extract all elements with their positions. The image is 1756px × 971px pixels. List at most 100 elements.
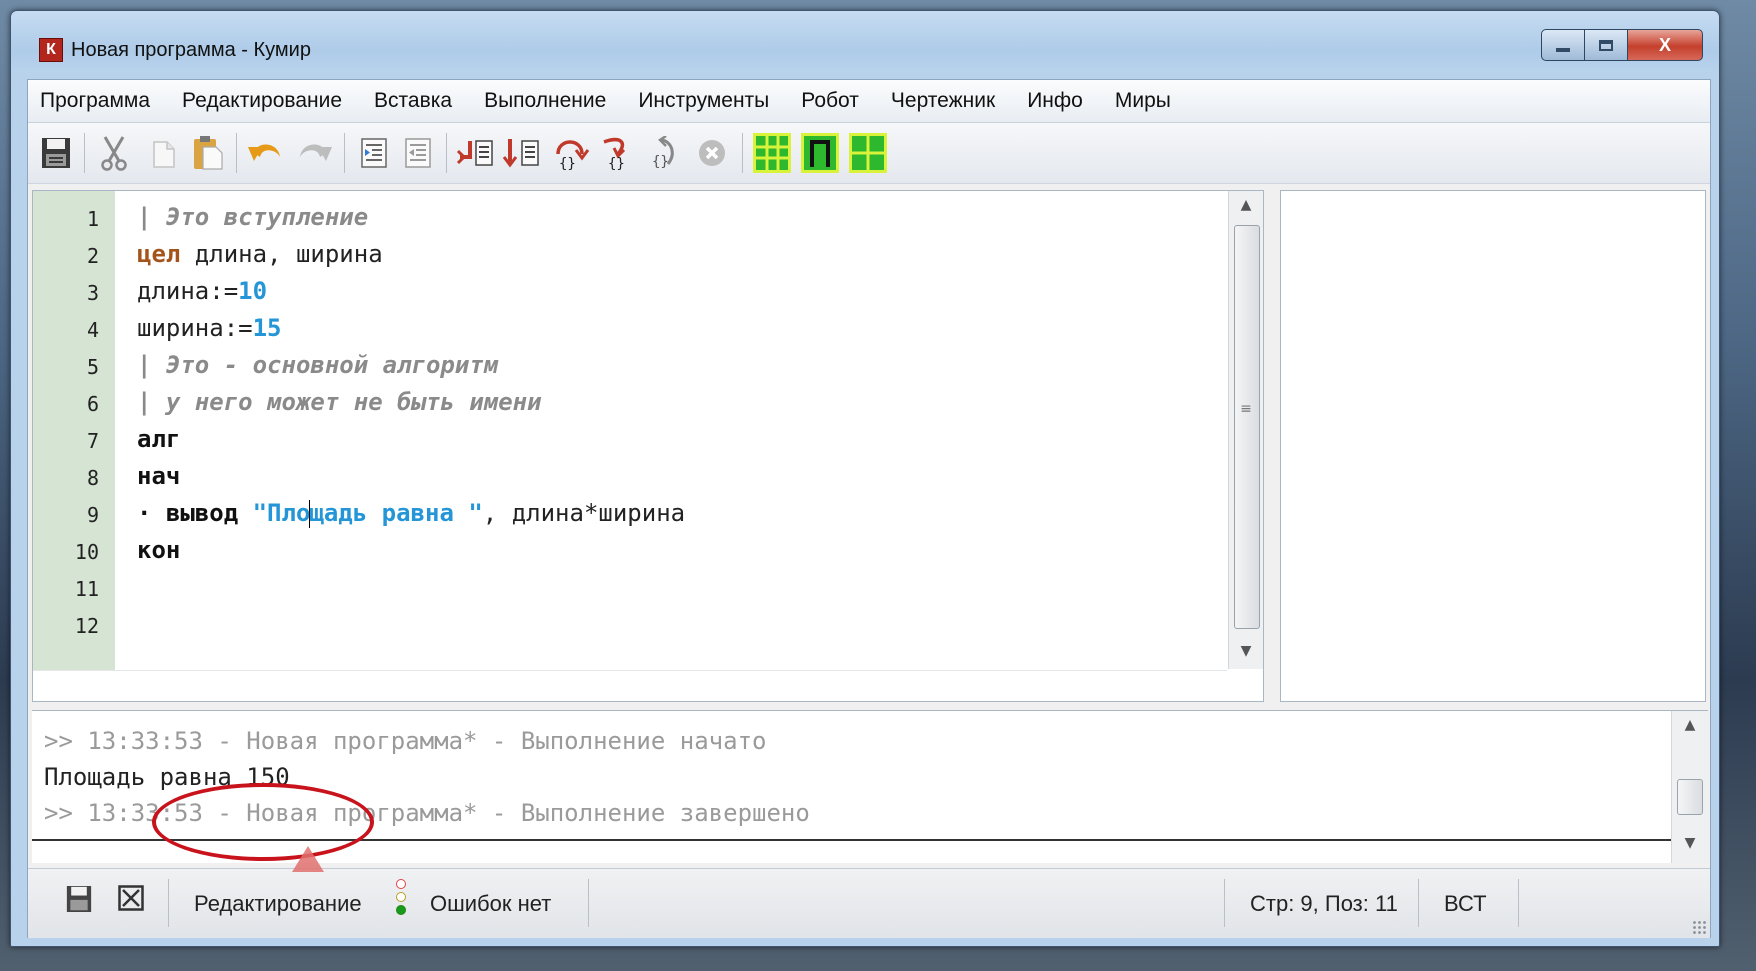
keyword: вывод (165, 499, 239, 527)
code-line-3: длина:=10 (137, 277, 267, 305)
line-number: 1 (86, 207, 99, 231)
coordinates-icon (849, 133, 887, 173)
scroll-up-icon[interactable]: ▲ (1229, 197, 1263, 213)
line-number: 6 (86, 392, 99, 416)
copy-button[interactable] (144, 131, 184, 175)
step-button[interactable] (502, 131, 542, 175)
scroll-thumb[interactable] (1234, 225, 1260, 629)
window-title: Новая программа - Кумир (71, 39, 311, 61)
toolbar-separator (84, 133, 85, 173)
menu-info[interactable]: Инфо (1027, 89, 1083, 113)
code-editor[interactable]: 1 2 3 4 5 6 7 8 9 10 11 12 | Это вступле… (32, 190, 1264, 702)
menu-run[interactable]: Выполнение (484, 89, 606, 113)
step-out-icon: {} (652, 136, 674, 170)
status-separator (1418, 879, 1419, 927)
step-over-button[interactable]: {} (550, 131, 590, 175)
code-line-4: ширина:=15 (137, 314, 282, 342)
menu-edit[interactable]: Редактирование (182, 89, 342, 113)
line-number: 9 (86, 503, 99, 527)
redo-button[interactable] (294, 131, 334, 175)
maximize-button[interactable] (1585, 29, 1628, 61)
draftsman-world-icon (801, 133, 839, 173)
redo-icon (300, 144, 332, 161)
run-icon (456, 140, 493, 166)
keyword: цел (137, 240, 181, 268)
cut-button[interactable] (94, 131, 134, 175)
traffic-light-icon (396, 879, 410, 918)
run-button[interactable] (456, 131, 496, 175)
menu-robot[interactable]: Робот (801, 89, 859, 113)
undo-button[interactable] (246, 131, 286, 175)
code-text: длина:= (137, 277, 239, 305)
status-errors: Ошибок нет (430, 891, 552, 916)
maximize-icon (1599, 39, 1613, 51)
menu-insert[interactable]: Вставка (374, 89, 452, 113)
line-number: 5 (86, 355, 99, 379)
status-save-button[interactable] (66, 885, 92, 920)
step-out-button[interactable]: {} (646, 131, 686, 175)
code-text: ширина:= (137, 314, 253, 342)
draftsman-world-button[interactable] (800, 131, 840, 175)
keyword: нач (137, 462, 181, 490)
copy-icon (153, 141, 175, 168)
code-line-7: алг (137, 425, 180, 453)
scroll-up-icon[interactable]: ▲ (1672, 717, 1708, 733)
annotation-pointer-arrow (292, 846, 324, 872)
menu-worlds[interactable]: Миры (1115, 89, 1171, 113)
toolbar-separator (344, 133, 345, 173)
code-line-1: | Это вступление (137, 203, 368, 231)
toolbar-separator (236, 133, 237, 173)
console-line: >> 13:33:53 - Новая программа* - Выполне… (44, 727, 767, 755)
indent-icon (361, 138, 387, 168)
menu-tools[interactable]: Инструменты (638, 89, 769, 113)
code-text: , длина*ширина (482, 499, 686, 527)
status-separator (1518, 879, 1519, 927)
line-number: 2 (86, 244, 99, 268)
string-literal: щадь равна " (309, 499, 483, 527)
toolbar-separator (742, 133, 743, 173)
light-green (396, 905, 406, 915)
indent-button[interactable] (354, 131, 394, 175)
editor-vertical-scrollbar[interactable]: ▲ ≡ ▼ (1228, 191, 1263, 669)
resize-grip[interactable] (1692, 920, 1706, 934)
cut-icon (101, 136, 127, 171)
save-icon (42, 138, 70, 168)
menu-program[interactable]: Программа (40, 89, 150, 113)
close-button[interactable]: X (1628, 29, 1703, 61)
line-number: 12 (74, 614, 99, 638)
string-literal: "Пло (252, 499, 311, 527)
menu-draftsman[interactable]: Чертежник (891, 89, 995, 113)
output-console[interactable]: >> 13:33:53 - Новая программа* - Выполне… (32, 710, 1708, 863)
keyword: алг (137, 425, 181, 453)
step-into-icon: {} (603, 137, 626, 170)
console-line: Площадь равна 150 (44, 763, 290, 791)
step-into-button[interactable]: {} (596, 131, 636, 175)
editor-horizontal-area (33, 670, 1227, 701)
scroll-down-icon[interactable]: ▼ (1229, 643, 1263, 659)
scroll-down-icon[interactable]: ▼ (1672, 835, 1708, 851)
code-line-8: нач (137, 462, 180, 490)
comment: | у него может не быть имени (137, 388, 542, 416)
robot-world-button[interactable] (752, 131, 792, 175)
status-mode: Редактирование (194, 891, 362, 916)
number-literal: 15 (252, 314, 282, 342)
console-line: >> 13:33:53 - Новая программа* - Выполне… (44, 799, 810, 827)
paste-button[interactable] (188, 131, 228, 175)
status-close-button[interactable] (118, 885, 144, 918)
title-bar[interactable]: К Новая программа - Кумир X (11, 11, 1719, 69)
robot-world-icon (753, 133, 791, 173)
line-number: 3 (86, 281, 99, 305)
stop-button[interactable] (692, 131, 732, 175)
comment: | Это вступление (137, 203, 369, 231)
outdent-button[interactable] (398, 131, 438, 175)
console-scrollbar[interactable]: ▲ ▼ (1671, 711, 1708, 863)
light-yellow (396, 892, 406, 902)
status-cursor-position: Стр: 9, Поз: 11 (1250, 891, 1398, 916)
undo-icon (248, 144, 280, 161)
save-button[interactable] (36, 131, 76, 175)
minimize-button[interactable] (1541, 29, 1585, 61)
coordinates-button[interactable] (848, 131, 888, 175)
status-separator (168, 879, 169, 927)
scroll-thumb[interactable] (1677, 779, 1703, 815)
line-number: 4 (86, 318, 99, 342)
